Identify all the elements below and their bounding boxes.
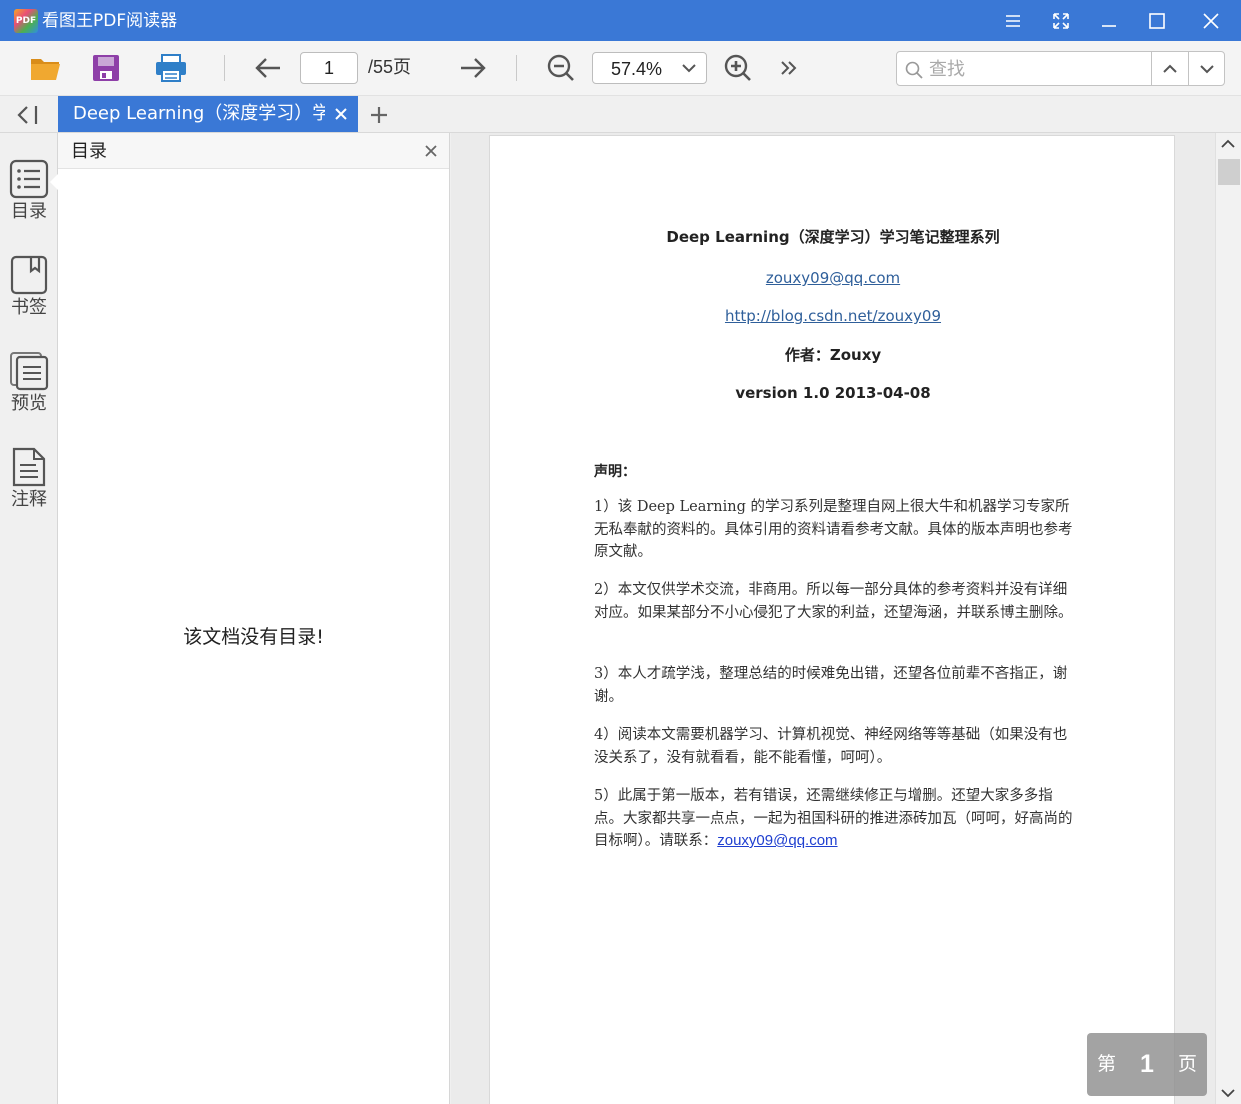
zoom-in-button[interactable] [720, 51, 756, 85]
document-tab-title: Deep Learning（深度学习）学习笔记整理系列 [73, 103, 325, 124]
document-blog-line: http://blog.csdn.net/zouxy09 [490, 307, 1176, 325]
collapse-sidebar-button[interactable] [14, 104, 44, 126]
save-disk-icon [93, 55, 119, 81]
document-tab[interactable]: Deep Learning（深度学习）学习笔记整理系列 [58, 96, 358, 132]
toc-panel-title: 目录 [71, 141, 107, 162]
title-bar: PDF 看图王PDF阅读器 [0, 0, 1241, 41]
chevron-down-icon [1200, 64, 1214, 73]
sidebar-item-annotations[interactable]: 注释 [0, 447, 58, 527]
close-tab-icon[interactable] [332, 105, 350, 123]
more-tools-button[interactable] [771, 51, 807, 85]
document-notice-heading: 声明： [594, 464, 636, 480]
search-icon [905, 61, 923, 79]
toc-list-icon [9, 159, 49, 199]
sidebar-item-label: 目录 [11, 201, 47, 222]
sidebar-item-label: 注释 [11, 489, 47, 510]
save-button[interactable] [88, 51, 124, 85]
add-tab-icon[interactable] [368, 104, 390, 126]
toc-empty-message: 该文档没有目录! [183, 626, 324, 648]
maximize-icon [1149, 12, 1165, 29]
document-viewport[interactable]: Deep Learning（深度学习）学习笔记整理系列 zouxy09@qq.c… [451, 133, 1215, 1104]
tab-bar: Deep Learning（深度学习）学习笔记整理系列 [0, 96, 1241, 133]
document-author: 作者：Zouxy [784, 346, 882, 364]
zoom-out-icon [547, 54, 574, 81]
document-paragraph: 3）本人才疏学浅，整理总结的时候难免出错，还望各位前辈不吝指正，谢谢。 [594, 666, 1068, 705]
sidebar-rail: 目录 书签 预览 注释 [0, 133, 59, 1104]
document-blog-link[interactable]: http://blog.csdn.net/zouxy09 [725, 307, 941, 325]
main-menu-button[interactable] [989, 0, 1037, 41]
document-paragraph: 2）本文仅供学术交流，非商用。所以每一部分具体的参考资料并没有详细对应。如果某部… [594, 582, 1073, 621]
close-window-button[interactable] [1187, 0, 1235, 41]
toolbar-separator [224, 55, 225, 81]
document-version: version 1.0 2013-04-08 [735, 384, 931, 402]
folder-open-icon [31, 59, 60, 80]
close-icon [1203, 12, 1219, 29]
document-email-line: zouxy09@qq.com [490, 269, 1176, 287]
zoom-level-select[interactable]: 57.4% [592, 52, 707, 84]
pdf-page: Deep Learning（深度学习）学习笔记整理系列 zouxy09@qq.c… [489, 135, 1175, 1104]
minimize-icon [1102, 24, 1116, 27]
zoom-level-value: 57.4% [611, 59, 663, 79]
print-button[interactable] [153, 51, 189, 85]
page-indicator-suffix: 页 [1177, 1053, 1197, 1075]
document-paragraph: 4）阅读本文需要机器学习、计算机视觉、神经网络等等基础（如果没有也没关系了，没有… [594, 727, 1068, 766]
collapse-left-icon [17, 106, 38, 124]
page-number-input[interactable]: 1 [300, 52, 358, 84]
app-logo-icon: PDF [14, 9, 38, 33]
previous-page-button[interactable] [250, 51, 286, 85]
scrollbar-thumb[interactable] [1218, 159, 1240, 185]
fullscreen-button[interactable] [1037, 0, 1085, 41]
document-email-link[interactable]: zouxy09@qq.com [766, 269, 900, 287]
bookmark-icon [10, 255, 48, 295]
scroll-down-icon[interactable] [1221, 1088, 1235, 1098]
sidebar-item-label: 书签 [11, 297, 47, 318]
search-input[interactable] [929, 57, 1144, 81]
zoom-in-icon [724, 54, 751, 81]
arrow-left-icon [255, 58, 280, 78]
app-title: 看图王PDF阅读器 [42, 11, 178, 31]
page-indicator: 第 1 页 [1087, 1033, 1207, 1096]
document-paragraph: 1）该 Deep Learning 的学习系列是整理自网上很大牛和机器学习专家所… [594, 499, 1073, 560]
zoom-out-button[interactable] [543, 51, 579, 85]
document-title: Deep Learning（深度学习）学习笔记整理系列 [666, 228, 1000, 246]
printer-icon [156, 54, 186, 82]
double-chevron-right-icon [781, 61, 797, 75]
open-file-button[interactable] [28, 51, 64, 85]
sidebar-item-toc[interactable]: 目录 [0, 159, 58, 239]
scroll-up-icon[interactable] [1221, 139, 1235, 149]
maximize-button[interactable] [1133, 0, 1181, 41]
minimize-button[interactable] [1085, 0, 1133, 41]
page-total-label: /55页 [368, 57, 412, 77]
toolbar-separator [516, 55, 517, 81]
document-paragraph-5: 5）此属于第一版本，若有错误，还需继续修正与增删。还望大家多多指点。大家都共享一… [594, 785, 1080, 853]
vertical-scrollbar[interactable] [1215, 133, 1241, 1104]
thumbnail-preview-icon [10, 352, 49, 391]
hamburger-menu-icon [1006, 14, 1020, 27]
chevron-up-icon [1163, 64, 1177, 73]
search-box [896, 51, 1225, 86]
sidebar-item-preview[interactable]: 预览 [0, 351, 58, 431]
sidebar-item-bookmarks[interactable]: 书签 [0, 255, 58, 335]
toc-panel: 目录 该文档没有目录! [58, 133, 450, 1104]
toolbar: 1 /55页 57.4% [0, 41, 1241, 96]
search-previous-button[interactable] [1151, 52, 1188, 85]
search-next-button[interactable] [1188, 52, 1225, 85]
arrow-right-icon [461, 58, 486, 78]
document-contact-email-link[interactable]: zouxy09@qq.com [717, 832, 837, 849]
chevron-down-icon [682, 64, 696, 73]
sidebar-item-label: 预览 [11, 393, 47, 414]
fullscreen-icon [1053, 12, 1069, 29]
toc-panel-header: 目录 [58, 133, 449, 169]
next-page-button[interactable] [455, 51, 491, 85]
close-panel-icon[interactable] [423, 143, 439, 159]
annotation-note-icon [12, 447, 46, 487]
